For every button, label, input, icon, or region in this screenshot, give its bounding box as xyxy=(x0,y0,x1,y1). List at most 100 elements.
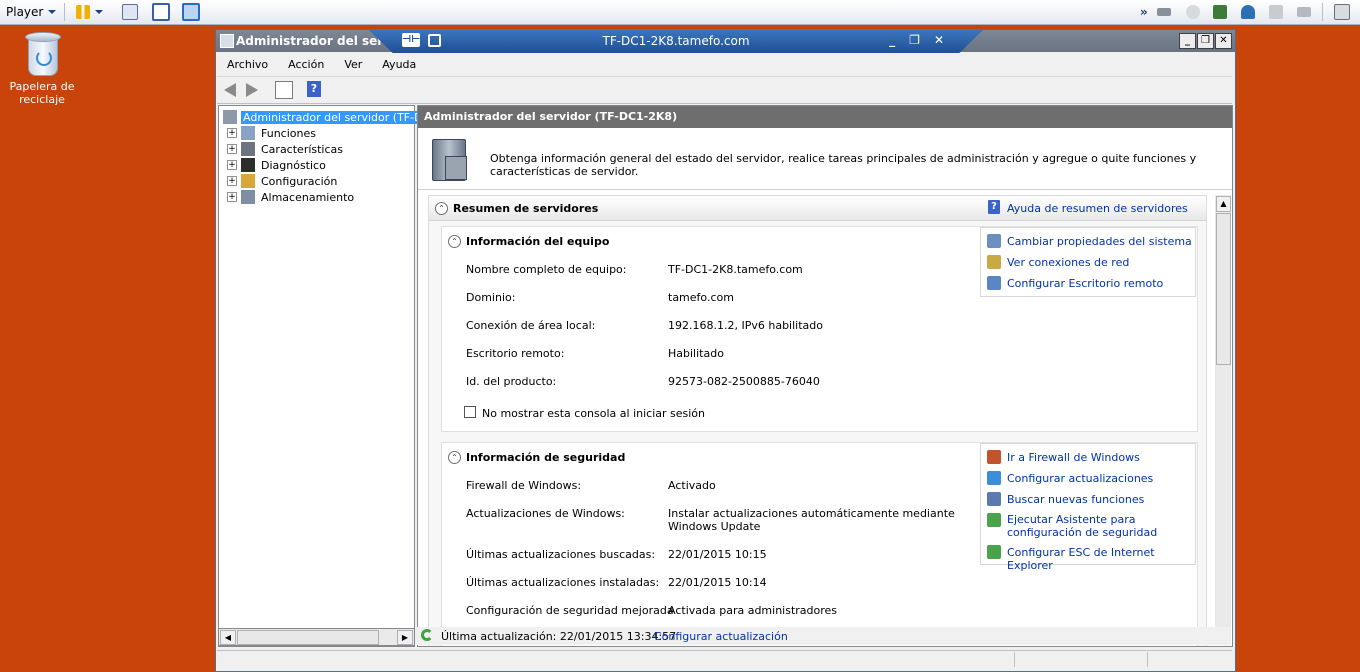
ie-esc-icon xyxy=(987,545,1001,559)
usb-icon xyxy=(1297,7,1311,17)
security-tasks: Ir a Firewall de Windows Configurar actu… xyxy=(980,443,1196,572)
tree-horizontal-scrollbar[interactable]: ◀ ▶ xyxy=(218,628,415,646)
printer-button[interactable] xyxy=(1334,3,1350,21)
content-pane: Administrador del servidor (TF-DC1-2K8) … xyxy=(417,105,1233,647)
pause-button[interactable] xyxy=(76,3,103,21)
cd-button[interactable] xyxy=(1186,3,1200,21)
summary-help-link[interactable]: Ayuda de resumen de servidores xyxy=(1007,202,1188,215)
menu-archivo[interactable]: Archivo xyxy=(217,58,278,71)
tree-root[interactable]: Administrador del servidor (TF-DC1 xyxy=(223,109,440,125)
forward-button[interactable] xyxy=(244,81,262,99)
last-checked-value: 22/01/2015 10:15 xyxy=(668,548,767,561)
configure-updates-link[interactable]: Configurar actualizaciones xyxy=(1007,472,1192,485)
content-vertical-scrollbar[interactable]: ▲ ▼ xyxy=(1215,195,1231,645)
server-icon xyxy=(223,110,237,124)
last-installed-label: Últimas actualizaciones instaladas: xyxy=(466,576,660,589)
system-properties-icon xyxy=(987,234,1001,248)
change-system-properties-link[interactable]: Cambiar propiedades del sistema xyxy=(1007,235,1192,248)
sound-button[interactable] xyxy=(1241,3,1255,21)
tree-item-caracteristicas[interactable]: + Características xyxy=(227,141,345,157)
menu-ayuda[interactable]: Ayuda xyxy=(372,58,426,71)
recycle-bin[interactable]: Papelera de reciclaje xyxy=(8,32,76,106)
show-hide-tree-button[interactable] xyxy=(275,81,293,99)
server-manager-window: Administrador del servidor _ ❐ ✕ Archivo… xyxy=(215,29,1236,672)
configure-ie-esc-link[interactable]: Configurar ESC de Internet Explorer xyxy=(1007,546,1192,572)
close-button[interactable]: ✕ xyxy=(1215,33,1232,49)
windows-update-icon xyxy=(987,471,1001,485)
dont-show-label: No mostrar esta consola al iniciar sesió… xyxy=(482,407,706,420)
collapse-icon[interactable]: ⌃ xyxy=(448,451,461,464)
expand-button[interactable]: » xyxy=(1140,3,1148,21)
view-network-connections-link[interactable]: Ver conexiones de red xyxy=(1007,256,1192,269)
last-installed-value: 22/01/2015 10:14 xyxy=(668,576,767,589)
computer-name-label: Nombre completo de equipo: xyxy=(466,263,627,276)
expand-icon[interactable]: + xyxy=(227,160,237,170)
security-wizard-icon xyxy=(987,513,1001,527)
computer-name-value: TF-DC1-2K8.tamefo.com xyxy=(668,263,803,276)
expand-icon[interactable]: + xyxy=(227,144,237,154)
floppy-button[interactable] xyxy=(1269,3,1283,21)
windows-updates-value: Instalar actualizaciones automáticamente… xyxy=(668,507,955,533)
back-arrow-icon xyxy=(224,83,236,97)
windows-updates-label: Actualizaciones de Windows: xyxy=(466,507,625,520)
content-header: Administrador del servidor (TF-DC1-2K8) xyxy=(418,106,1232,128)
collapse-icon[interactable]: ⌃ xyxy=(435,202,448,215)
expand-icon[interactable]: + xyxy=(227,128,237,138)
rdp-restore-button[interactable]: ❐ xyxy=(909,33,920,47)
minimize-button[interactable]: _ xyxy=(1179,33,1196,49)
tree-item-almacenamiento[interactable]: + Almacenamiento xyxy=(227,189,356,205)
security-wizard-link[interactable]: Ejecutar Asistente para configuración de… xyxy=(1007,513,1192,539)
tree-root-label: Administrador del servidor (TF-DC1 xyxy=(241,110,440,124)
tree-item-label: Características xyxy=(261,142,344,156)
network-button[interactable] xyxy=(1213,3,1227,21)
lan-value: 192.168.1.2, IPv6 habilitado xyxy=(668,319,823,332)
player-menu[interactable]: Player xyxy=(6,3,57,21)
help-button[interactable]: ? xyxy=(307,81,321,97)
fullscreen-icon xyxy=(152,3,170,21)
help-icon: ? xyxy=(310,82,318,95)
restore-button[interactable]: ❐ xyxy=(1197,33,1214,49)
menu-accion[interactable]: Acción xyxy=(278,58,334,71)
back-button[interactable] xyxy=(222,81,240,99)
dont-show-checkbox[interactable] xyxy=(464,406,476,418)
scroll-left-button[interactable]: ◀ xyxy=(220,630,236,645)
scroll-thumb[interactable] xyxy=(1216,213,1231,365)
configure-remote-desktop-link[interactable]: Configurar Escritorio remoto xyxy=(1007,277,1192,290)
help-icon: ? xyxy=(988,200,1000,214)
send-ctrl-alt-del-button[interactable] xyxy=(122,3,138,21)
intro-panel: Obtenga información general del estado d… xyxy=(418,129,1232,190)
summary-header: ⌃ Resumen de servidores ? Ayuda de resum… xyxy=(429,196,1206,221)
tree-item-label: Funciones xyxy=(261,126,316,140)
console-tree: Administrador del servidor (TF-DC1 + Fun… xyxy=(218,105,440,647)
disc-icon xyxy=(1186,5,1200,19)
tree-item-label: Configuración xyxy=(261,174,338,188)
collapse-icon[interactable]: ⌃ xyxy=(448,235,461,248)
unity-button[interactable] xyxy=(182,3,200,21)
scroll-thumb[interactable] xyxy=(237,630,379,645)
network-connections-icon xyxy=(987,255,1001,269)
player-toolbar: Player » xyxy=(0,0,1360,25)
tree-item-funciones[interactable]: + Funciones xyxy=(227,125,318,141)
features-icon xyxy=(241,142,255,156)
fullscreen-button[interactable] xyxy=(152,3,170,21)
rdp-minimize-button[interactable]: _ xyxy=(889,33,895,47)
hard-drive-button[interactable] xyxy=(1157,3,1171,21)
tree-item-configuracion[interactable]: + Configuración xyxy=(227,173,339,189)
recycle-bin-icon xyxy=(24,32,61,76)
expand-icon[interactable]: + xyxy=(227,176,237,186)
rdp-close-button[interactable]: ✕ xyxy=(934,33,944,47)
status-divider xyxy=(1014,652,1015,667)
go-to-firewall-link[interactable]: Ir a Firewall de Windows xyxy=(1007,451,1192,464)
usb-button[interactable] xyxy=(1297,3,1311,21)
scroll-right-button[interactable]: ▶ xyxy=(397,630,413,645)
window-icon xyxy=(182,3,200,21)
find-new-roles-link[interactable]: Buscar nuevas funciones xyxy=(1007,493,1192,506)
floppy-icon xyxy=(1269,5,1283,19)
expand-icon[interactable]: + xyxy=(227,192,237,202)
configure-refresh-link[interactable]: Configurar actualización xyxy=(654,630,788,643)
menu-ver[interactable]: Ver xyxy=(334,58,372,71)
tree-item-label: Diagnóstico xyxy=(261,158,326,172)
tree-item-diagnostico[interactable]: + Diagnóstico xyxy=(227,157,328,173)
scroll-up-button[interactable]: ▲ xyxy=(1216,196,1231,212)
pause-icon xyxy=(76,5,90,19)
